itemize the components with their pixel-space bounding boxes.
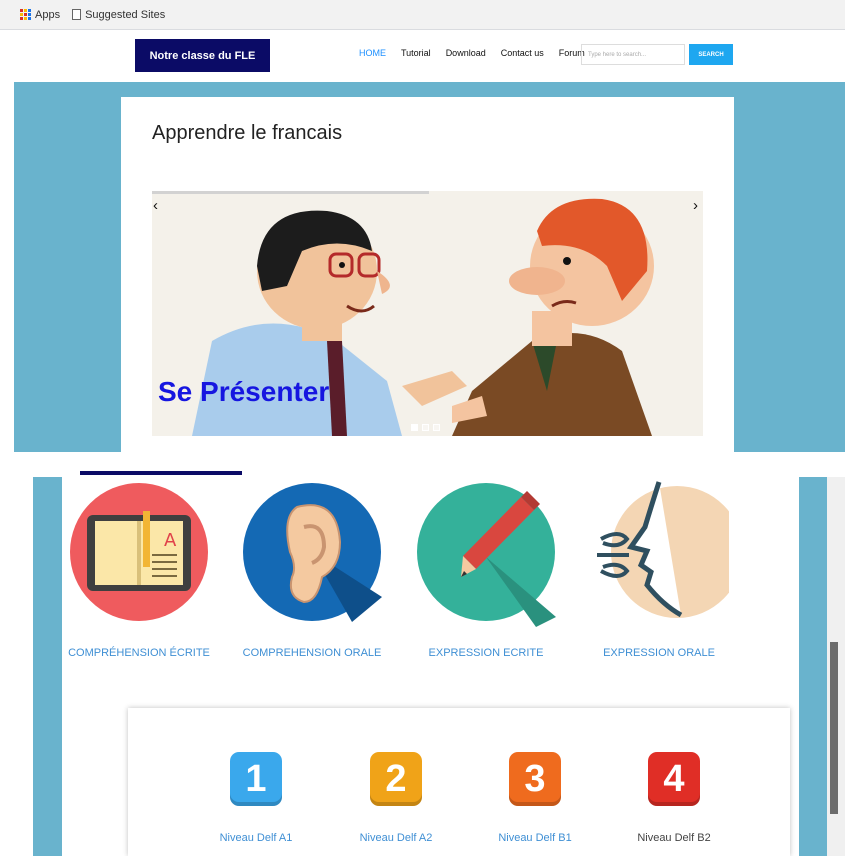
carousel-dot[interactable] (433, 424, 440, 431)
level-a1[interactable]: 1 Niveau Delf A1 (201, 752, 311, 844)
skills-section: A COMPRÉHENSION ÉCRITE COMPREHENSION ORA… (33, 477, 827, 856)
skill-label[interactable]: COMPRÉHENSION ÉCRITE (59, 647, 219, 659)
page-icon (72, 9, 82, 20)
level-a2[interactable]: 2 Niveau Delf A2 (341, 752, 451, 844)
skill-expression-orale[interactable]: EXPRESSION ORALE (579, 477, 739, 659)
carousel-progress (152, 191, 429, 194)
site-navbar: Notre classe du FLE HOME Tutorial Downlo… (14, 30, 845, 82)
levels-panel: 1 Niveau Delf A1 2 Niveau Delf A2 3 Nive… (128, 708, 790, 856)
skill-comprehension-orale[interactable]: COMPREHENSION ORALE (232, 477, 392, 659)
apps-label: Apps (35, 8, 61, 21)
page-title: Apprendre le francais (152, 122, 343, 144)
nav-contact[interactable]: Contact us (501, 48, 544, 58)
logo-strip (80, 471, 242, 475)
hero-section: Apprendre le francais ‹ › Se Présenter (14, 82, 845, 452)
level-label[interactable]: Niveau Delf B2 (619, 832, 729, 844)
carousel-prev-icon[interactable]: ‹ (153, 197, 158, 214)
hero-card: Apprendre le francais ‹ › Se Présenter (121, 97, 734, 452)
suggested-sites-bookmark[interactable]: Suggested Sites (72, 9, 165, 21)
svg-text:A: A (164, 530, 177, 551)
carousel-indicators (411, 424, 440, 431)
skill-label[interactable]: EXPRESSION ECRITE (406, 647, 566, 659)
number-three-icon: 3 (509, 752, 561, 806)
site-logo[interactable]: Notre classe du FLE (135, 39, 270, 72)
level-label[interactable]: Niveau Delf A2 (341, 832, 451, 844)
book-icon: A (70, 483, 208, 621)
skill-expression-ecrite[interactable]: EXPRESSION ECRITE (406, 477, 566, 659)
apps-bookmark[interactable]: Apps (20, 9, 60, 21)
scrollbar-thumb[interactable] (830, 642, 838, 814)
skill-label[interactable]: EXPRESSION ORALE (579, 647, 739, 659)
pencil-icon (417, 483, 556, 627)
level-b2[interactable]: 4 Niveau Delf B2 (619, 752, 729, 844)
search-input[interactable]: Type here to search... (581, 44, 685, 65)
search-button[interactable]: SEARCH (689, 44, 733, 65)
number-one-icon: 1 (230, 752, 282, 806)
level-label[interactable]: Niveau Delf A1 (201, 832, 311, 844)
level-label[interactable]: Niveau Delf B1 (480, 832, 590, 844)
page-scrollbar[interactable] (827, 477, 845, 856)
number-four-icon: 4 (648, 752, 700, 806)
apps-grid-icon (20, 9, 31, 20)
ear-icon (243, 483, 382, 622)
skill-label[interactable]: COMPREHENSION ORALE (232, 647, 392, 659)
nav-tutorial[interactable]: Tutorial (401, 48, 431, 58)
speaking-face-icon (597, 481, 729, 618)
bookmarks-bar: Apps Suggested Sites (0, 0, 845, 30)
image-carousel[interactable]: ‹ › Se Présenter (152, 191, 703, 436)
level-b1[interactable]: 3 Niveau Delf B1 (480, 752, 590, 844)
suggested-sites-label: Suggested Sites (85, 8, 166, 21)
main-nav: HOME Tutorial Download Contact us Forum (359, 48, 585, 58)
carousel-next-icon[interactable]: › (693, 197, 698, 214)
carousel-dot[interactable] (422, 424, 429, 431)
slide-caption: Se Présenter (158, 376, 330, 407)
carousel-dot[interactable] (411, 424, 418, 431)
nav-download[interactable]: Download (446, 48, 486, 58)
nav-home[interactable]: HOME (359, 48, 386, 58)
number-two-icon: 2 (370, 752, 422, 806)
skill-comprehension-ecrite[interactable]: A COMPRÉHENSION ÉCRITE (59, 477, 219, 659)
skills-card: A COMPRÉHENSION ÉCRITE COMPREHENSION ORA… (62, 477, 799, 856)
